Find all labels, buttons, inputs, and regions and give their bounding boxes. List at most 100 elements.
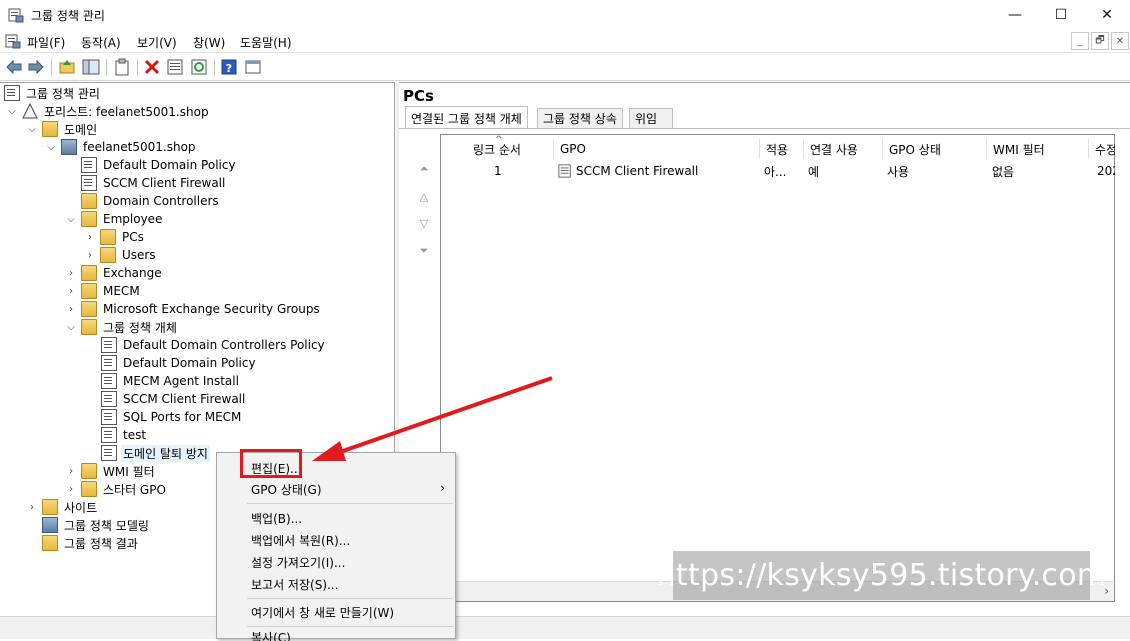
cell-link-enabled: 예 (808, 164, 820, 179)
tree-gpo-ddc-policy[interactable]: Default Domain Controllers Policy (101, 336, 327, 354)
chevron-right-icon[interactable]: › (65, 285, 77, 297)
tree-forest[interactable]: ⌵ 포리스트: feelanet5001.shop (6, 102, 211, 120)
tree-domain[interactable]: ⌵ feelanet5001.shop (45, 138, 198, 156)
chevron-down-icon[interactable]: ⌵ (26, 123, 38, 135)
gpo-link-icon (558, 164, 571, 178)
cell-modified: 202 (1097, 164, 1115, 178)
chevron-down-icon[interactable]: ⌵ (6, 105, 18, 117)
delete-icon[interactable] (143, 58, 161, 76)
chevron-right-icon[interactable]: › (84, 231, 96, 243)
move-up-icon[interactable]: △ (416, 188, 432, 204)
tree-link-sccm-client-firewall[interactable]: SCCM Client Firewall (81, 174, 227, 192)
tree-ou-users[interactable]: › Users (84, 246, 158, 264)
menu-item-new-window[interactable]: 여기에서 창 새로 만들기(W) (217, 601, 455, 623)
menu-item-import-settings[interactable]: 설정 가져오기(I)... (217, 551, 455, 573)
svg-text:?: ? (226, 62, 232, 75)
menu-view[interactable]: 보기(V) (137, 34, 177, 51)
column-link-enabled[interactable]: 연결 사용 (803, 139, 882, 159)
close-button[interactable]: ✕ (1084, 0, 1130, 30)
tree-gpo-sql-ports[interactable]: SQL Ports for MECM (101, 408, 243, 426)
column-gpo[interactable]: GPO (553, 139, 758, 159)
cell-wmi-filter: 없음 (992, 164, 1015, 179)
tree-sites[interactable]: › 사이트 (26, 498, 99, 516)
chevron-down-icon[interactable]: ⌵ (45, 141, 57, 153)
mdi-close-button[interactable]: ✕ (1111, 32, 1129, 50)
chevron-down-icon[interactable]: ⌵ (65, 321, 77, 333)
tree-gpo-default-domain-policy[interactable]: Default Domain Policy (101, 354, 258, 372)
column-link-order[interactable]: 링크 순서 (467, 139, 552, 159)
move-top-icon[interactable]: ⏶ (416, 161, 432, 177)
forward-icon[interactable] (27, 58, 45, 76)
view-icon[interactable] (244, 58, 262, 76)
gpo-icon (101, 427, 117, 443)
clipboard-icon[interactable] (113, 58, 131, 76)
tree-root-gpm[interactable]: 그룹 정책 관리 (4, 84, 102, 102)
ou-folder-icon (81, 211, 97, 227)
tree-domains[interactable]: ⌵ 도메인 (26, 120, 99, 138)
tree-gpo-test[interactable]: test (101, 426, 148, 444)
menu-item-backup[interactable]: 백업(B)... (217, 507, 455, 529)
chevron-right-icon[interactable]: › (65, 267, 77, 279)
help-icon[interactable]: ? (220, 58, 238, 76)
minimize-button[interactable]: — (992, 0, 1038, 30)
menu-item-copy[interactable]: 복사(C) (217, 629, 455, 641)
column-enforced[interactable]: 적용 (759, 139, 805, 159)
tab-linked-gpos[interactable]: 연결된 그룹 정책 개체 (405, 106, 528, 129)
tree-ou-msx-security-groups[interactable]: › Microsoft Exchange Security Groups (65, 300, 322, 318)
refresh-icon[interactable] (190, 58, 208, 76)
mdi-restore-button[interactable]: 🗗 (1091, 32, 1109, 50)
tree-link-default-domain-policy[interactable]: Default Domain Policy (81, 156, 238, 174)
tree-ou-exchange[interactable]: › Exchange (65, 264, 164, 282)
tree-ou-pcs[interactable]: › PCs (84, 228, 146, 246)
menu-action[interactable]: 동작(A) (81, 34, 121, 51)
column-gpo-status[interactable]: GPO 상태 (882, 139, 986, 159)
tree-gpo-mecm-agent-install[interactable]: MECM Agent Install (101, 372, 241, 390)
column-wmi-filter[interactable]: WMI 필터 (986, 139, 1088, 159)
back-icon[interactable] (5, 58, 23, 76)
gpo-icon (101, 445, 117, 461)
tree-ou-mecm[interactable]: › MECM (65, 282, 142, 300)
move-down-icon[interactable]: ▽ (416, 215, 432, 231)
menu-item-gpo-status[interactable]: GPO 상태(G) › (217, 478, 455, 500)
tab-delegation[interactable]: 위임 (629, 108, 673, 128)
cell-link-order: 1 (494, 164, 502, 178)
tab-gp-inheritance[interactable]: 그룹 정책 상속 (537, 108, 623, 128)
modeling-icon (42, 517, 58, 533)
ou-folder-icon (81, 283, 97, 299)
ou-folder-icon (81, 193, 97, 209)
chevron-down-icon[interactable]: ⌵ (65, 213, 77, 225)
column-modified[interactable]: 수정 (1088, 139, 1115, 159)
menu-help[interactable]: 도움말(H) (240, 34, 292, 51)
chevron-right-icon[interactable]: › (65, 465, 77, 477)
tree-gpo-sccm-client-firewall[interactable]: SCCM Client Firewall (101, 390, 247, 408)
chevron-right-icon[interactable]: › (65, 303, 77, 315)
properties-icon[interactable] (166, 58, 184, 76)
tree-gp-results[interactable]: 그룹 정책 결과 (42, 534, 140, 552)
menu-item-restore[interactable]: 백업에서 복원(R)... (217, 529, 455, 551)
starter-gpo-folder-icon (81, 481, 97, 497)
tree-ou-employee[interactable]: ⌵ Employee (65, 210, 164, 228)
chevron-right-icon[interactable]: › (26, 501, 38, 513)
details-pane: PCs 연결된 그룹 정책 개체 그룹 정책 상속 위임 ⏶ △ ▽ ⏷ 링크 … (399, 82, 1130, 616)
show-hide-tree-icon[interactable] (82, 58, 100, 76)
tree-ou-domain-controllers[interactable]: Domain Controllers (81, 192, 221, 210)
tree-gpo-prevent-domain-leave[interactable]: 도메인 탈퇴 방지 (101, 444, 210, 462)
ou-folder-icon (100, 247, 116, 263)
chevron-right-icon[interactable]: › (84, 249, 96, 261)
domain-icon (61, 139, 77, 155)
tree-gpo-container[interactable]: ⌵ 그룹 정책 개체 (65, 318, 179, 336)
up-folder-icon[interactable] (58, 58, 76, 76)
tree-starter-gpo[interactable]: › 스타터 GPO (65, 480, 168, 498)
menu-file[interactable]: 파일(F) (27, 34, 65, 51)
watermark: https://ksyksy595.tistory.com (657, 551, 1106, 600)
chevron-right-icon[interactable]: › (65, 483, 77, 495)
maximize-button[interactable]: ☐ (1038, 0, 1084, 30)
mmc-menu-icon[interactable] (5, 33, 21, 49)
status-bar (0, 616, 1130, 639)
mdi-minimize-button[interactable]: _ (1071, 32, 1089, 50)
move-bottom-icon[interactable]: ⏷ (416, 243, 432, 259)
tree-wmi-filters[interactable]: › WMI 필터 (65, 462, 157, 480)
menu-item-save-report[interactable]: 보고서 저장(S)... (217, 573, 455, 595)
tree-gp-modeling[interactable]: 그룹 정책 모델링 (42, 516, 151, 534)
menu-window[interactable]: 창(W) (193, 34, 225, 51)
